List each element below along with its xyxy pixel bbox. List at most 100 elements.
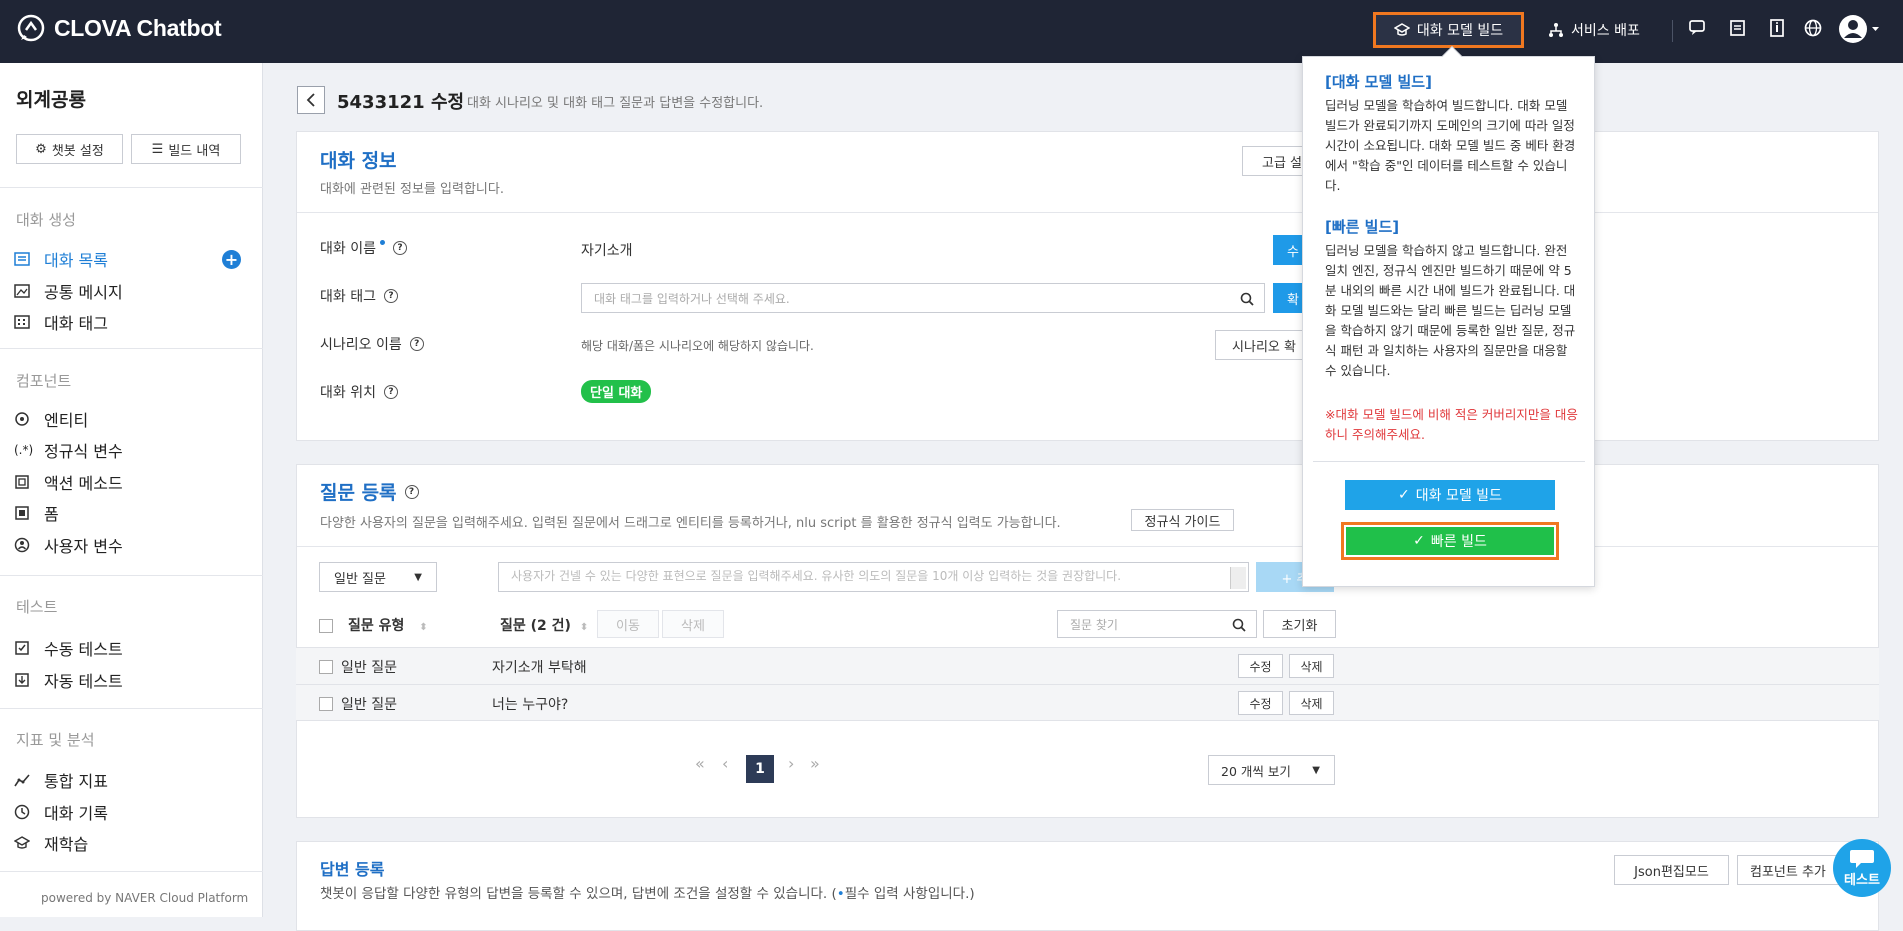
scenario-label-row: 시나리오 이름?	[320, 334, 424, 354]
sidebar-item-conv-tag[interactable]: 대화 태그	[14, 310, 108, 334]
question-type-select[interactable]: 일반 질문 ▼	[319, 562, 437, 592]
question-input[interactable]: 사용자가 건넬 수 있는 다양한 표현으로 질문을 입력해주세요. 유사한 의도…	[498, 562, 1249, 592]
search-icon[interactable]	[1240, 292, 1254, 306]
conv-tag-input[interactable]: 대화 태그를 입력하거나 선택해 주세요.	[581, 283, 1265, 313]
required-dot	[379, 239, 385, 245]
popover-model-build-button[interactable]: ✓ 대화 모델 빌드	[1345, 480, 1555, 510]
fast-build-heading: [빠른 빌드]	[1325, 218, 1400, 236]
move-button[interactable]: 이동	[597, 610, 659, 638]
conv-name-label: 대화 이름	[320, 241, 376, 257]
answer-subtitle-prefix: 챗봇이 응답할 다양한 유형의 답변을 등록할 수 있으며, 답변에 조건을 설…	[320, 886, 837, 902]
build-history-button[interactable]: ☰ 빌드 내역	[131, 134, 241, 164]
bulk-delete-button[interactable]: 삭제	[662, 610, 724, 638]
scenario-value: 해당 대화/폼은 시나리오에 해당하지 않습니다.	[581, 339, 814, 353]
row-edit-button[interactable]: 수정	[1238, 654, 1283, 678]
current-page-button[interactable]: 1	[746, 755, 774, 783]
app-title: CLOVA Chatbot	[54, 14, 222, 41]
fast-build-text: 딥러닝 모델을 학습하지 않고 빌드합니다. 완전 일치 엔진, 정규식 엔진만…	[1325, 243, 1576, 378]
row-question-type: 일반 질문	[341, 697, 397, 713]
sidebar-item-conv-log[interactable]: 대화 기록	[14, 800, 108, 824]
first-page-icon[interactable]: «	[695, 754, 705, 773]
sidebar-item-retrain[interactable]: 재학습	[14, 831, 88, 855]
sort-icon: ⬍	[419, 622, 428, 633]
sidebar: 외계공룡 ⚙ 챗봇 설정 ☰ 빌드 내역 대화 생성 대화 목록 + 공통 메시지 …	[0, 63, 263, 917]
question-type-value: 일반 질문	[334, 571, 386, 587]
add-conversation-icon[interactable]: +	[222, 250, 241, 269]
last-page-icon[interactable]: »	[810, 754, 820, 773]
model-build-button[interactable]: 대화 모델 빌드	[1373, 12, 1524, 48]
required-dot: •	[836, 886, 845, 902]
test-chat-label: 테스트	[1844, 872, 1880, 888]
app-logo[interactable]: CLOVA Chatbot	[16, 13, 222, 43]
sidebar-item-conv-list[interactable]: 대화 목록	[14, 247, 108, 271]
popover-fast-build-button[interactable]: ✓ 빠른 빌드	[1346, 527, 1554, 555]
sidebar-item-regex-var[interactable]: (.*) 정규식 변수	[14, 438, 123, 462]
help-icon[interactable]: ?	[409, 337, 424, 351]
sidebar-item-form[interactable]: 폼	[14, 501, 59, 525]
clova-logo-icon	[17, 14, 45, 42]
reset-button[interactable]: 초기화	[1263, 610, 1336, 638]
help-icon[interactable]: ?	[383, 289, 398, 303]
select-all-checkbox[interactable]	[319, 619, 333, 633]
info-divider	[297, 212, 1878, 213]
graduation-cap-icon	[1393, 23, 1410, 36]
notepad-icon[interactable]	[1728, 18, 1750, 40]
auto-test-icon	[15, 673, 29, 687]
prev-page-icon[interactable]: ‹	[722, 754, 728, 773]
sidebar-item-entity[interactable]: 엔티티	[14, 407, 88, 431]
answer-title: 답변 등록	[320, 860, 385, 879]
sidebar-item-label: 재학습	[44, 835, 89, 854]
sidebar-item-label: 수동 테스트	[44, 640, 123, 659]
row-checkbox[interactable]	[319, 697, 333, 711]
sidebar-item-label: 대화 태그	[44, 314, 108, 333]
manual-test-icon	[15, 641, 29, 655]
help-icon[interactable]: ?	[404, 484, 419, 499]
help-icon[interactable]: ?	[392, 241, 407, 255]
popover-divider	[1313, 461, 1585, 462]
back-button[interactable]	[297, 86, 325, 114]
single-conversation-badge: 단일 대화	[581, 380, 652, 403]
chatbot-settings-button[interactable]: ⚙ 챗봇 설정	[16, 134, 123, 164]
sidebar-item-action-method[interactable]: 액션 메소드	[14, 470, 123, 494]
table-row[interactable]: 일반 질문 자기소개 부탁해 수정 삭제	[296, 647, 1879, 684]
next-page-icon[interactable]: ›	[788, 754, 794, 773]
column-question[interactable]: 질문 (2 건) ⬍	[500, 615, 588, 635]
sidebar-item-total-metrics[interactable]: 통합 지표	[14, 768, 108, 792]
answer-subtitle-row: 챗봇이 응답할 다양한 유형의 답변을 등록할 수 있으며, 답변에 조건을 설…	[320, 882, 975, 902]
help-icon[interactable]: ?	[383, 385, 398, 399]
row-delete-button[interactable]: 삭제	[1289, 691, 1334, 715]
sidebar-item-label: 대화 목록	[44, 251, 108, 270]
user-avatar-menu[interactable]	[1838, 13, 1880, 45]
info-book-icon[interactable]	[1767, 18, 1789, 40]
page-description: 대화 시나리오 및 대화 태그 질문과 답변을 수정합니다.	[467, 96, 764, 111]
column-question-type[interactable]: 질문 유형 ⬍	[348, 615, 428, 635]
sidebar-item-user-var[interactable]: 사용자 변수	[14, 533, 123, 557]
row-edit-button[interactable]: 수정	[1238, 691, 1283, 715]
scenario-check-button[interactable]: 시나리오 확	[1215, 330, 1313, 360]
globe-icon[interactable]	[1803, 18, 1825, 40]
json-edit-mode-button[interactable]: Json편집모드	[1614, 855, 1729, 885]
row-question-text[interactable]: 자기소개 부탁해	[492, 657, 587, 677]
sidebar-item-common-message[interactable]: 공통 메시지	[14, 279, 123, 303]
regex-guide-button[interactable]: 정규식 가이드	[1131, 509, 1234, 531]
sort-icon: ⬍	[579, 622, 589, 633]
search-icon[interactable]	[1232, 618, 1246, 632]
conv-tag-placeholder: 대화 태그를 입력하거나 선택해 주세요.	[594, 291, 790, 306]
service-deploy-button[interactable]: 서비스 배포	[1548, 12, 1648, 48]
question-title-row: 질문 등록?	[320, 478, 419, 505]
row-question-text[interactable]: 너는 누구야?	[492, 694, 568, 714]
chat-icon[interactable]	[1688, 18, 1710, 40]
model-build-text: 딥러닝 모델을 학습하여 빌드합니다. 대화 모델 빌드가 완료되기까지 도메인…	[1325, 98, 1576, 193]
sidebar-item-label: 자동 테스트	[44, 672, 123, 691]
question-search-input[interactable]: 질문 찾기	[1057, 610, 1257, 638]
sidebar-item-manual-test[interactable]: 수동 테스트	[14, 636, 123, 660]
table-row[interactable]: 일반 질문 너는 누구야? 수정 삭제	[296, 684, 1879, 721]
row-checkbox[interactable]	[319, 660, 333, 674]
row-delete-button[interactable]: 삭제	[1289, 654, 1334, 678]
fast-build-highlight: ✓ 빠른 빌드	[1341, 522, 1559, 560]
sidebar-item-auto-test[interactable]: 자동 테스트	[14, 668, 123, 692]
resize-handle-icon[interactable]	[1230, 567, 1246, 589]
test-chat-float-button[interactable]: 테스트	[1833, 839, 1891, 897]
conv-name-value[interactable]: 자기소개	[581, 240, 633, 260]
per-page-select[interactable]: 20 개씩 보기 ▼	[1208, 755, 1335, 785]
